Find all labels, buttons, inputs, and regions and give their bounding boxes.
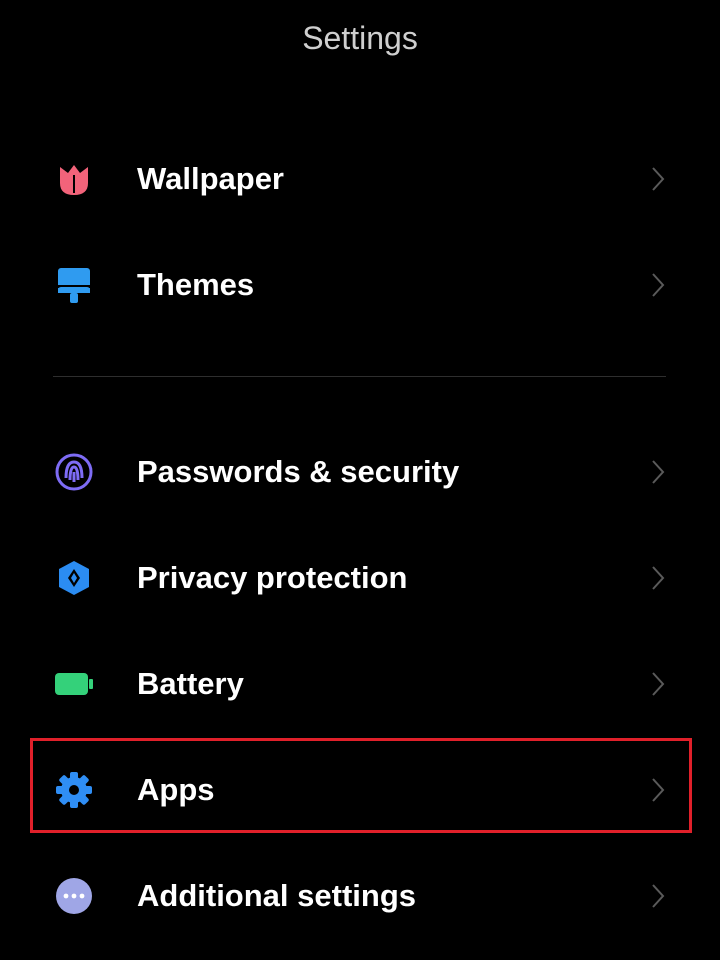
chevron-right-icon (648, 164, 668, 194)
chevron-right-icon (648, 457, 668, 487)
battery-icon (52, 662, 96, 706)
settings-item-label: Wallpaper (137, 161, 284, 196)
chevron-right-icon (648, 775, 668, 805)
settings-item-label: Passwords & security (137, 454, 460, 489)
privacy-shield-icon (52, 556, 96, 600)
settings-item-passwords-security[interactable]: Passwords & security (0, 419, 720, 525)
settings-item-wallpaper[interactable]: Wallpaper (0, 126, 720, 232)
settings-item-additional-settings[interactable]: Additional settings (0, 843, 720, 949)
tulip-icon (52, 157, 96, 201)
settings-item-battery[interactable]: Battery (0, 631, 720, 737)
chevron-right-icon (648, 270, 668, 300)
fingerprint-icon (52, 450, 96, 494)
settings-item-label: Privacy protection (137, 560, 408, 595)
paint-brush-icon (52, 263, 96, 307)
settings-item-apps[interactable]: Apps (0, 737, 720, 843)
chevron-right-icon (648, 563, 668, 593)
settings-item-label: Additional settings (137, 878, 416, 913)
gear-icon (52, 768, 96, 812)
settings-item-themes[interactable]: Themes (0, 232, 720, 338)
chevron-right-icon (648, 669, 668, 699)
section-divider (53, 376, 666, 377)
settings-item-label: Battery (137, 666, 244, 701)
page-title: Settings (302, 20, 418, 56)
settings-item-label: Apps (137, 772, 215, 807)
settings-item-label: Themes (137, 267, 255, 302)
settings-item-privacy-protection[interactable]: Privacy protection (0, 525, 720, 631)
chevron-right-icon (648, 881, 668, 911)
more-dots-icon (52, 874, 96, 918)
